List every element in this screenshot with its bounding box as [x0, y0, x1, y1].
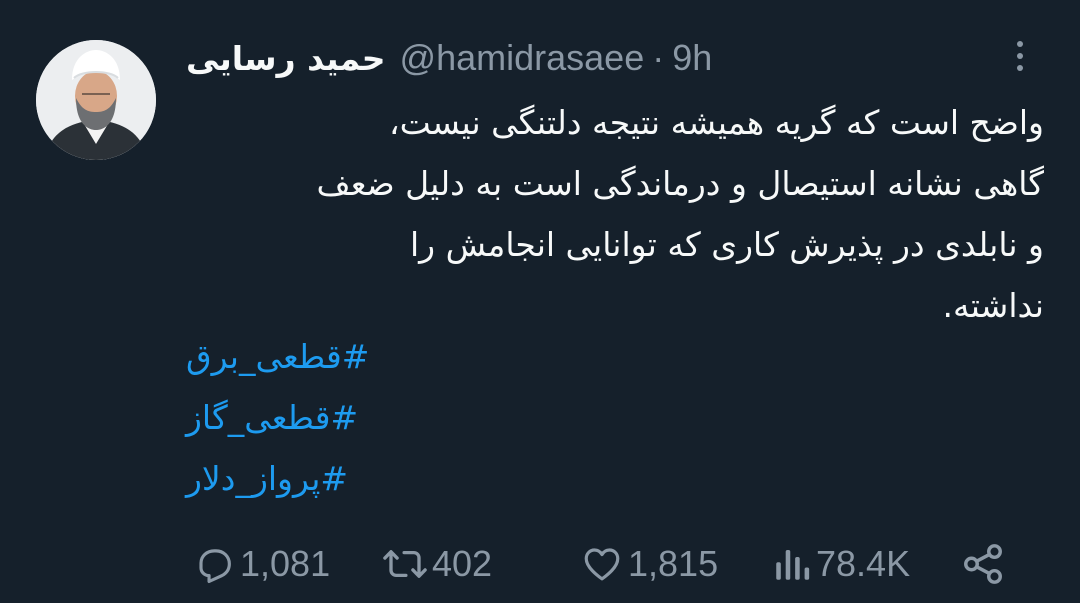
- tweet-header: حمید رسایی @hamidrasaee · 9h: [186, 32, 712, 84]
- views-button[interactable]: 78.4K: [772, 536, 910, 592]
- more-dot: [1017, 53, 1023, 59]
- timestamp[interactable]: 9h: [672, 37, 712, 79]
- tweet-text: واضح است که گریه همیشه نتیجه دلتنگی نیست…: [316, 103, 1044, 325]
- share-button[interactable]: [960, 536, 1006, 592]
- user-handle[interactable]: @hamidrasaee: [400, 37, 645, 79]
- heart-icon: [584, 548, 620, 581]
- avatar-image: [36, 40, 156, 160]
- reply-count: 1,081: [240, 543, 331, 584]
- more-dot: [1017, 65, 1023, 71]
- display-name[interactable]: حمید رسایی: [186, 39, 386, 78]
- reply-button[interactable]: 1,081: [194, 536, 330, 592]
- analytics-icon: [776, 550, 810, 580]
- retweet-button[interactable]: 402: [382, 536, 492, 592]
- like-count: 1,815: [628, 543, 719, 584]
- avatar[interactable]: [36, 40, 156, 160]
- hashtag-link[interactable]: #پرواز_دلار: [186, 448, 348, 509]
- action-bar: 1,081 402 1,815 78.4K: [186, 536, 1016, 592]
- share-icon: [964, 544, 1002, 584]
- reply-icon: [199, 549, 231, 584]
- more-vertical-icon[interactable]: [1002, 36, 1038, 76]
- hashtag-list: #قطعی_برق #قطعی_گاز #پرواز_دلار: [186, 326, 586, 509]
- hashtag-link[interactable]: #قطعی_گاز: [186, 387, 358, 448]
- views-count: 78.4K: [816, 543, 911, 584]
- separator-dot: ·: [652, 37, 665, 78]
- retweet-count: 402: [432, 543, 493, 584]
- hashtag-link[interactable]: #قطعی_برق: [186, 326, 369, 387]
- more-dot: [1017, 41, 1023, 47]
- retweet-icon: [383, 550, 427, 578]
- like-button[interactable]: 1,815: [580, 536, 718, 592]
